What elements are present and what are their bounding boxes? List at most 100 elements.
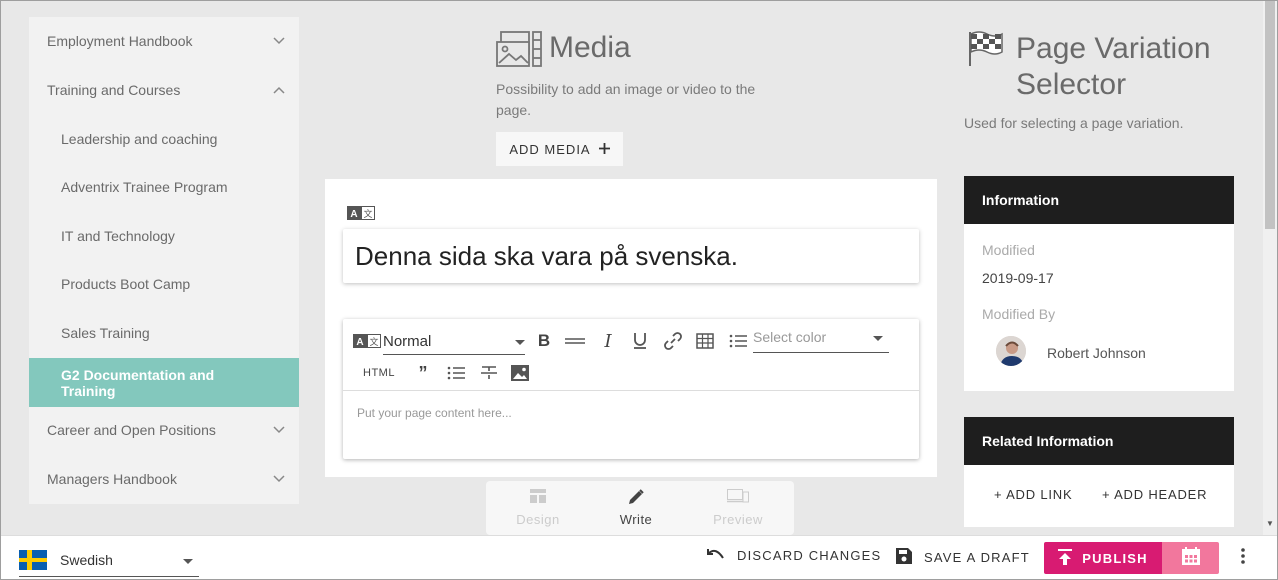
sidebar-item-label: G2 Documentation and Training <box>61 366 215 399</box>
save-icon <box>896 548 912 567</box>
save-draft-label: SAVE A DRAFT <box>924 550 1030 565</box>
blockquote-icon[interactable]: ” <box>413 359 433 387</box>
color-select[interactable]: Select color <box>753 319 889 353</box>
underline-icon[interactable] <box>629 327 651 355</box>
image-icon[interactable] <box>509 359 531 387</box>
add-media-label: ADD MEDIA <box>509 141 591 157</box>
italic-icon[interactable]: I <box>597 327 619 355</box>
devices-icon <box>727 489 749 506</box>
caret-down-icon <box>183 552 193 568</box>
svg-text:A: A <box>356 337 363 348</box>
sidebar-item-it-technology[interactable]: IT and Technology <box>29 212 299 260</box>
related-information-header: Related Information <box>964 417 1234 465</box>
tab-design-label: Design <box>516 512 560 527</box>
calendar-icon <box>1181 546 1201 571</box>
editor-toolbar-row2: HTML ” <box>343 359 919 389</box>
sidebar-item-leadership[interactable]: Leadership and coaching <box>29 115 299 163</box>
chevron-down-icon <box>259 426 299 434</box>
tab-write-label: Write <box>619 512 653 527</box>
tab-preview-label: Preview <box>713 512 763 527</box>
translate-icon[interactable]: A 文 <box>353 327 381 355</box>
language-select-value: Swedish <box>60 552 113 568</box>
sidebar-item-sales-training[interactable]: Sales Training <box>29 309 299 357</box>
bullet-list-icon[interactable] <box>445 359 467 387</box>
bold-icon[interactable]: B <box>533 327 555 355</box>
translate-icon: A 文 <box>347 206 375 220</box>
svg-text:文: 文 <box>369 336 378 348</box>
svg-text:文: 文 <box>363 208 372 220</box>
modified-by-label: Modified By <box>982 306 1056 322</box>
variation-selector-title: Page Variation Selector <box>1016 32 1211 101</box>
more-options-icon[interactable] <box>1236 548 1250 568</box>
sidebar-item-career[interactable]: Career and Open Positions <box>29 406 299 454</box>
sidebar-item-trainee-program[interactable]: Adventrix Trainee Program <box>29 163 299 211</box>
language-select[interactable]: Swedish <box>19 544 199 577</box>
publish-icon <box>1058 548 1073 568</box>
sidebar-item-training-and-courses[interactable]: Training and Courses <box>29 66 299 114</box>
checkered-flag-icon <box>967 30 1005 68</box>
discard-changes-label: DISCARD CHANGES <box>737 548 882 563</box>
schedule-button[interactable] <box>1162 542 1219 574</box>
modified-value: 2019-09-17 <box>982 270 1054 286</box>
publish-label: PUBLISH <box>1082 550 1148 566</box>
media-title: Media <box>549 31 631 64</box>
caret-down-icon <box>515 333 525 350</box>
information-header: Information <box>964 176 1234 224</box>
sidebar-item-g2-documentation[interactable]: G2 Documentation and Training <box>29 358 299 407</box>
sidebar-item-label: Training and Courses <box>47 82 181 98</box>
svg-text:A: A <box>350 209 357 220</box>
sidebar-item-label: Leadership and coaching <box>61 131 218 147</box>
mode-tabs: Design Write Preview <box>486 481 794 535</box>
sidebar-item-label: IT and Technology <box>61 228 175 244</box>
add-link-button[interactable]: + ADD LINK <box>994 487 1072 502</box>
page-title-input[interactable]: Denna sida ska vara på svenska. <box>343 229 919 283</box>
avatar <box>996 336 1026 366</box>
add-header-button[interactable]: + ADD HEADER <box>1102 487 1207 502</box>
chevron-down-icon <box>259 475 299 483</box>
strikethrough-icon[interactable] <box>478 359 500 387</box>
sidebar-item-managers-handbook[interactable]: Managers Handbook <box>29 455 299 503</box>
sidebar-item-label: Products Boot Camp <box>61 276 191 292</box>
format-select-value: Normal <box>383 333 432 350</box>
publish-button[interactable]: PUBLISH <box>1044 542 1162 574</box>
variation-selector-description: Used for selecting a page variation. <box>964 115 1184 131</box>
caret-down-icon <box>873 329 883 345</box>
pencil-icon <box>628 489 644 508</box>
scroll-down-arrow-icon[interactable]: ▼ <box>1265 519 1275 529</box>
scrollbar-thumb[interactable] <box>1265 1 1275 229</box>
modified-label: Modified <box>982 242 1035 258</box>
color-select-placeholder: Select color <box>753 329 827 345</box>
tab-design[interactable]: Design <box>488 489 588 527</box>
html-toggle-button[interactable]: HTML <box>361 359 397 387</box>
design-icon <box>530 489 546 506</box>
sidebar-item-label: Sales Training <box>61 325 150 341</box>
save-draft-button[interactable]: SAVE A DRAFT <box>896 548 1030 567</box>
media-icon <box>495 30 543 68</box>
editor-content-area[interactable]: Put your page content here... <box>357 406 512 420</box>
rich-text-editor: A 文 Normal B I Select color HTML ” Put y… <box>343 319 919 459</box>
add-media-button[interactable]: ADD MEDIA <box>496 132 623 166</box>
tab-write[interactable]: Write <box>586 489 686 527</box>
ordered-list-icon[interactable] <box>727 327 749 355</box>
sidebar-item-label: Career and Open Positions <box>47 422 216 438</box>
media-description: Possibility to add an image or video to … <box>496 81 756 118</box>
plus-icon <box>598 142 610 157</box>
sidebar-item-employment-handbook[interactable]: Employment Handbook <box>29 17 299 65</box>
table-icon[interactable] <box>694 327 716 355</box>
horizontal-rule-icon[interactable] <box>563 327 587 355</box>
undo-icon <box>707 548 725 563</box>
sidebar-item-label: Adventrix Trainee Program <box>61 179 228 195</box>
author-name: Robert Johnson <box>1047 345 1146 361</box>
link-icon[interactable] <box>661 327 685 355</box>
related-information-card: Related Information + ADD LINK + ADD HEA… <box>964 417 1234 527</box>
bottom-action-bar: Swedish DISCARD CHANGES SAVE A DRAFT PUB… <box>1 535 1277 579</box>
sidebar-item-products-boot-camp[interactable]: Products Boot Camp <box>29 260 299 308</box>
sidebar-nav: Employment Handbook Training and Courses… <box>29 17 299 504</box>
tab-preview[interactable]: Preview <box>688 489 788 527</box>
swedish-flag-icon <box>19 550 47 570</box>
chevron-down-icon <box>259 37 299 45</box>
format-select[interactable]: Normal <box>383 329 525 355</box>
editor-divider <box>343 390 919 391</box>
information-card: Information Modified 2019-09-17 Modified… <box>964 176 1234 391</box>
discard-changes-button[interactable]: DISCARD CHANGES <box>707 548 881 563</box>
